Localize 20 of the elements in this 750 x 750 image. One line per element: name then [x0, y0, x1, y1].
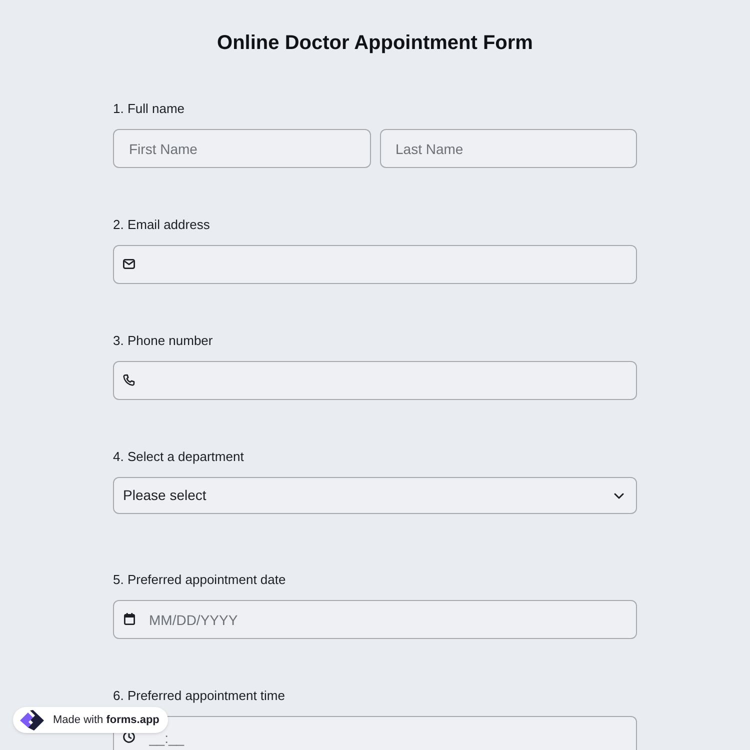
question-label: 3. Phone number — [113, 332, 214, 350]
phone-field[interactable] — [113, 361, 637, 400]
logo-icon — [20, 710, 45, 730]
date-field[interactable]: MM/DD/YYYY — [113, 600, 637, 639]
question-label: 1. Full name — [113, 100, 186, 118]
made-with-badge[interactable]: Made with forms.app — [13, 707, 168, 733]
phone-icon — [123, 374, 135, 386]
department-select[interactable]: Please select — [113, 477, 637, 514]
question-label: 5. Preferred appointment date — [113, 571, 287, 589]
question-label: 4. Select a department — [113, 448, 245, 466]
name-field[interactable]: Last Name — [380, 129, 637, 168]
question-label: 6. Preferred appointment time — [113, 687, 286, 705]
name-field[interactable]: First Name — [113, 129, 370, 168]
mail-icon — [123, 259, 135, 269]
calendar-icon — [124, 613, 135, 625]
question-label: 2. Email address — [113, 216, 211, 234]
chevron-down-icon — [614, 492, 624, 498]
email-field[interactable] — [113, 245, 637, 284]
form-title: Online Doctor Appointment Form — [216, 31, 534, 56]
clock-icon — [123, 731, 135, 743]
